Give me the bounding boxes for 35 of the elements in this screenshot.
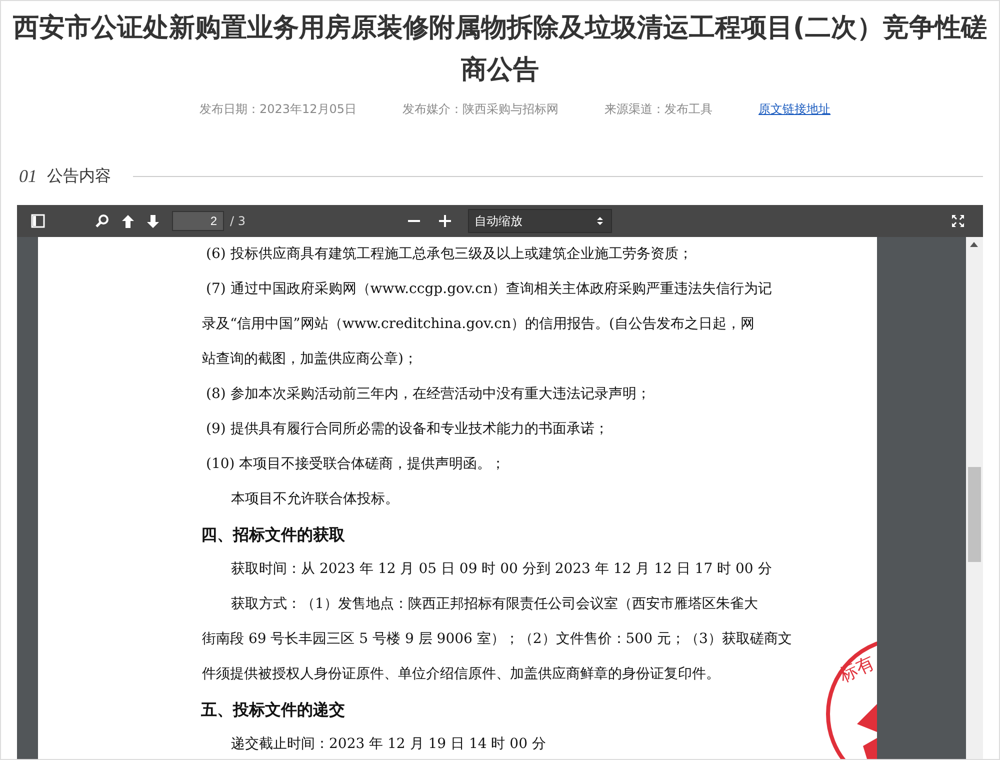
document-line: 站查询的截图，加盖供应商公章)； [202,350,418,369]
section-title: 公告内容 [47,166,111,186]
document-heading: 四、招标文件的获取 [201,524,345,546]
meta-info: 发布日期：2023年12月05日 [199,101,357,118]
page-count: / 3 [230,214,246,228]
scrollbar-thumb[interactable] [968,467,981,562]
document-line: (8) 参加本次采购活动前三年内，在经营活动中没有重大违法记录声明； [206,385,650,404]
scrollbar[interactable] [966,237,983,759]
document-line: (7) 通过中国政府采购网（www.ccgp.gov.cn）查询相关主体政府采购严重违法失信行为记 [206,280,772,299]
document-line: (6) 投标供应商具有建筑工程施工总承包三级及以上或建筑企业施工劳务资质； [206,245,692,264]
zoom-select[interactable]: 自动缩放 [468,209,612,233]
meta-info: 来源渠道：发布工具 [604,101,713,118]
fullscreen-icon[interactable] [951,214,965,228]
search-icon[interactable] [95,214,109,228]
source-link[interactable]: 原文链接地址 [758,101,831,118]
document-line: 录及“信用中国”网站（www.creditchina.gov.cn）的信用报告。(自公告发布之日起，网 [202,315,754,334]
document-line: 街南段 69 号长丰园三区 5 号楼 9 层 9006 室）；（2）文件售价：500 元；（3）获取磋商文 [202,630,792,649]
zoom-in-icon[interactable] [438,215,450,227]
scroll-up-icon[interactable] [970,242,978,247]
arrow-down-icon[interactable] [146,214,160,228]
document-heading: 五、投标文件的递交 [201,699,345,721]
document-line: 获取时间：从 2023 年 12 月 05 日 09 时 00 分到 2023 年 12 月 12 日 17 时 00 分 [231,560,772,579]
page-number-field[interactable]: 2 [172,211,224,231]
document-line: 件须提供被授权人身份证原件、单位介绍信原件、加盖供应商鲜章的身份证复印件。 [202,665,720,684]
section-number: 01 [19,166,37,186]
document-line: 本项目不允许联合体投标。 [231,490,399,509]
document-line: 递交截止时间：2023 年 12 月 19 日 14 时 00 分 [231,735,546,754]
select-arrows-icon [596,216,602,226]
sidebar-toggle-icon[interactable] [31,214,45,228]
page-title: 西安市公证处新购置业务用房原装修附属物拆除及垃圾清运工程项目(二次）竞争性磋商公告 [12,12,988,87]
document-line: (10) 本项目不接受联合体磋商，提供声明函。； [206,455,506,474]
document-line: 获取方式：（1）发售地点：陕西正邦招标有限责任公司会议室（西安市雁塔区朱雀大 [231,595,758,614]
arrow-up-icon[interactable] [121,214,135,228]
meta-info: 发布媒介：陕西采购与招标网 [402,101,559,118]
document-line: (9) 提供具有履行合同所必需的设备和专业技术能力的书面承诺； [206,420,608,439]
